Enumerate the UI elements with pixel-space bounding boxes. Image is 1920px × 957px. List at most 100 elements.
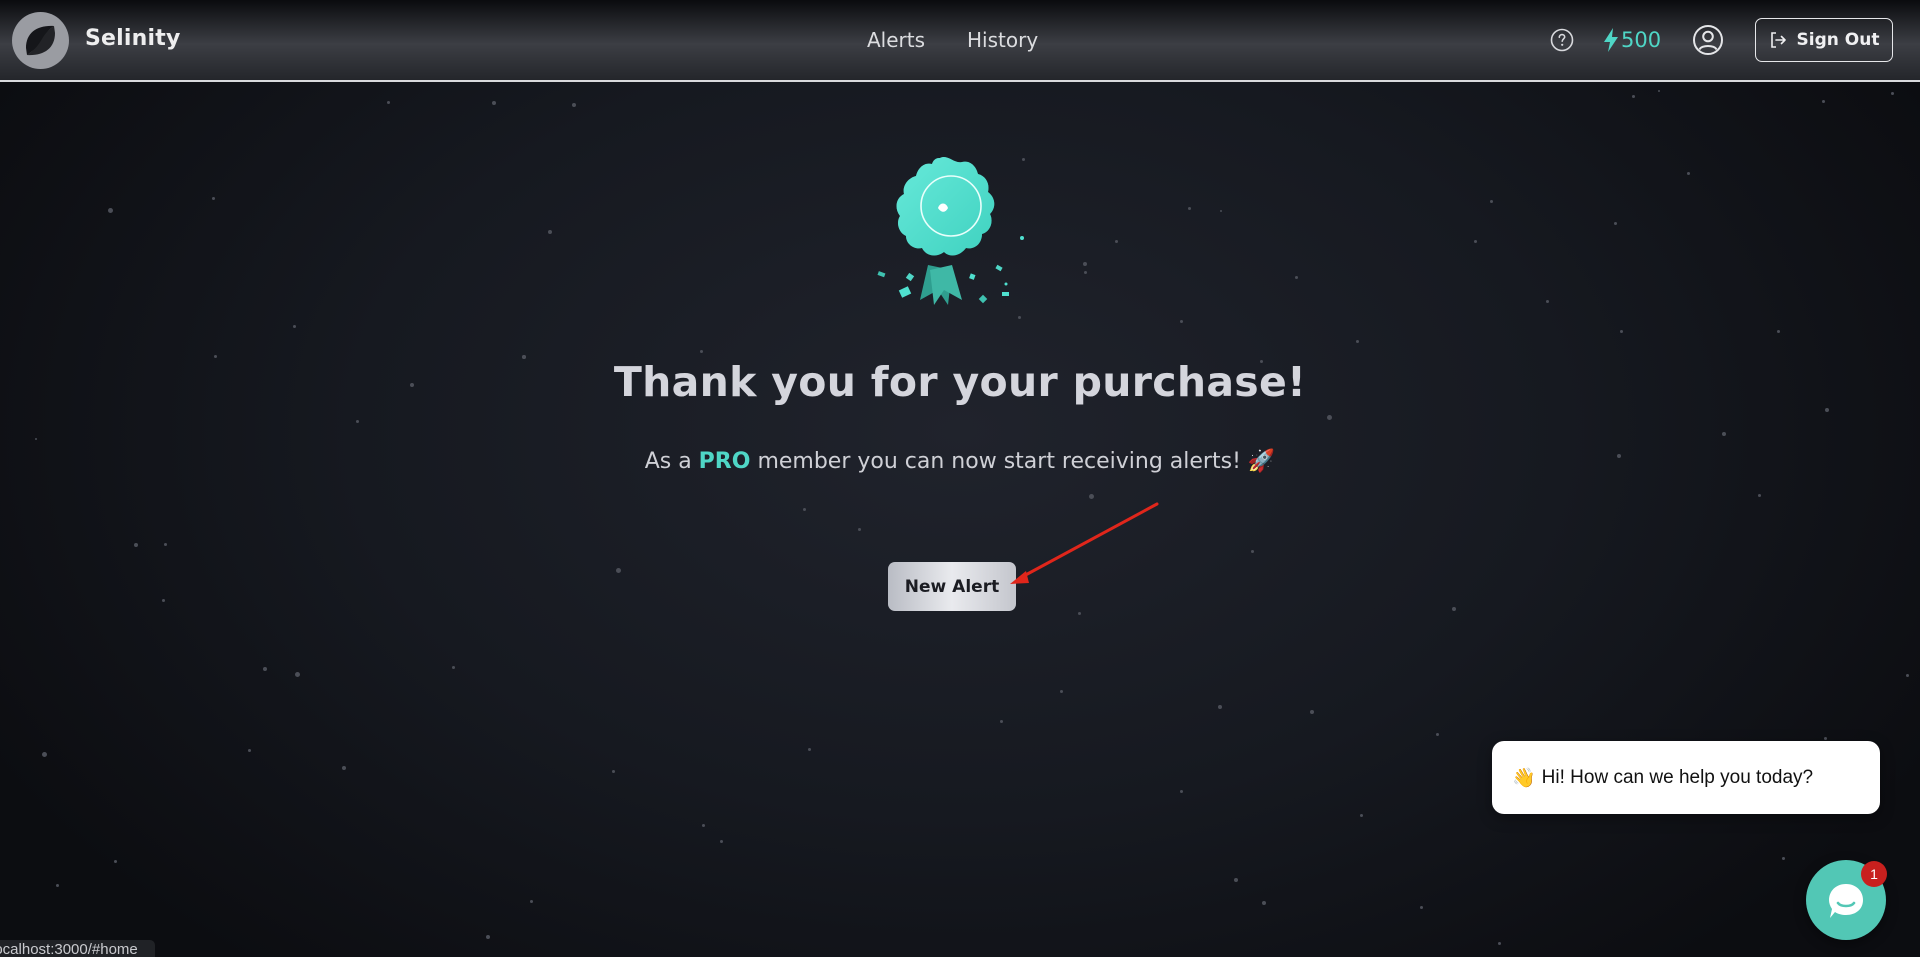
star-dot — [1356, 340, 1359, 343]
star-dot — [1310, 710, 1314, 714]
star-dot — [803, 508, 806, 511]
star-dot — [56, 884, 59, 887]
question-circle-icon[interactable] — [1550, 28, 1574, 52]
star-dot — [1420, 906, 1423, 909]
nav-alerts-link[interactable]: Alerts — [867, 28, 925, 52]
star-dot — [1617, 454, 1621, 458]
purchase-confirmation-heading: Thank you for your purchase! — [613, 358, 1307, 406]
star-dot — [1234, 878, 1238, 882]
nav-history-link[interactable]: History — [967, 28, 1038, 52]
sign-out-label: Sign Out — [1796, 30, 1880, 50]
unread-messages-badge: 1 — [1861, 861, 1887, 887]
star-dot — [1777, 330, 1780, 333]
chat-greeting-bubble[interactable]: 👋 Hi! How can we help you today? — [1492, 741, 1880, 814]
star-dot — [1220, 210, 1222, 212]
status-bar-url: localhost:3000/#home — [0, 940, 155, 957]
star-dot — [387, 101, 390, 104]
star-dot — [114, 860, 117, 863]
star-dot — [164, 543, 167, 546]
star-dot — [1891, 92, 1894, 95]
star-dot — [522, 355, 526, 359]
star-dot — [1782, 857, 1785, 860]
star-dot — [1295, 276, 1298, 279]
star-dot — [342, 766, 346, 770]
star-dot — [1089, 494, 1094, 499]
star-dot — [293, 325, 296, 328]
star-dot — [1824, 737, 1827, 740]
brand-name[interactable]: Selinity — [85, 26, 181, 51]
star-dot — [548, 230, 552, 234]
annotation-arrow — [1010, 502, 1159, 584]
star-dot — [452, 666, 455, 669]
star-dot — [616, 568, 621, 573]
star-dot — [1060, 690, 1063, 693]
star-dot — [1822, 100, 1825, 103]
star-dot — [1498, 942, 1501, 945]
star-dot — [108, 208, 113, 213]
star-dot — [1758, 494, 1761, 497]
star-dot — [1000, 720, 1003, 723]
chat-greeting-text: Hi! How can we help you today? — [1541, 766, 1814, 788]
star-dot — [1078, 612, 1081, 615]
credits-value: 500 — [1621, 28, 1662, 52]
star-dot — [702, 824, 705, 827]
star-dot — [1632, 95, 1635, 98]
star-dot — [410, 383, 414, 387]
star-dot — [492, 101, 496, 105]
subline-suffix: member you can now start receiving alert… — [750, 449, 1248, 474]
chat-bubble-icon — [1829, 884, 1863, 918]
star-dot — [1327, 415, 1332, 420]
star-dot — [808, 748, 811, 751]
star-dot — [1360, 814, 1363, 817]
star-dot — [1083, 262, 1087, 266]
award-badge-icon — [877, 157, 1024, 305]
star-dot — [1620, 330, 1623, 333]
star-dot — [1474, 240, 1477, 243]
star-dot — [1084, 271, 1087, 274]
star-dot — [1546, 300, 1549, 303]
sign-out-button[interactable]: Sign Out — [1755, 18, 1893, 62]
star-dot — [356, 420, 359, 423]
new-alert-button[interactable]: New Alert — [888, 562, 1016, 611]
waving-hand-icon: 👋 — [1512, 767, 1536, 789]
credits-counter[interactable]: 500 — [1603, 26, 1661, 54]
star-dot — [134, 543, 138, 547]
star-dot — [295, 672, 300, 677]
pro-membership-message: As a PRO member you can now start receiv… — [560, 449, 1360, 474]
star-dot — [1490, 200, 1493, 203]
user-circle-icon[interactable] — [1692, 24, 1724, 56]
star-dot — [1262, 901, 1266, 905]
star-dot — [263, 667, 267, 671]
star-dot — [612, 770, 615, 773]
star-dot — [1180, 790, 1183, 793]
star-dot — [1658, 90, 1660, 92]
subline-prefix: As a — [644, 449, 699, 474]
star-dot — [486, 935, 490, 939]
top-navigation-bar: Selinity Alerts History 500 Sign Out — [0, 0, 1920, 82]
star-dot — [720, 840, 723, 843]
logout-icon — [1770, 32, 1786, 48]
star-dot — [1614, 222, 1617, 225]
star-dot — [1436, 733, 1439, 736]
selinity-logo-icon[interactable] — [12, 12, 69, 69]
star-dot — [530, 900, 533, 903]
star-dot — [214, 355, 217, 358]
star-dot — [572, 103, 576, 107]
star-dot — [1687, 172, 1690, 175]
star-dot — [1722, 432, 1726, 436]
star-dot — [1906, 674, 1909, 677]
star-dot — [212, 197, 215, 200]
status-url-text: localhost:3000/#home — [0, 941, 138, 957]
star-dot — [248, 749, 251, 752]
star-dot — [35, 438, 37, 440]
star-dot — [1180, 320, 1183, 323]
star-dot — [1452, 607, 1456, 611]
star-dot — [162, 599, 165, 602]
lightning-bolt-icon — [1604, 28, 1618, 52]
star-dot — [1251, 550, 1254, 553]
star-dot — [1825, 408, 1829, 412]
star-dot — [42, 752, 47, 757]
pro-label: PRO — [698, 449, 751, 474]
star-dot — [1218, 705, 1222, 709]
star-dot — [1188, 207, 1191, 210]
